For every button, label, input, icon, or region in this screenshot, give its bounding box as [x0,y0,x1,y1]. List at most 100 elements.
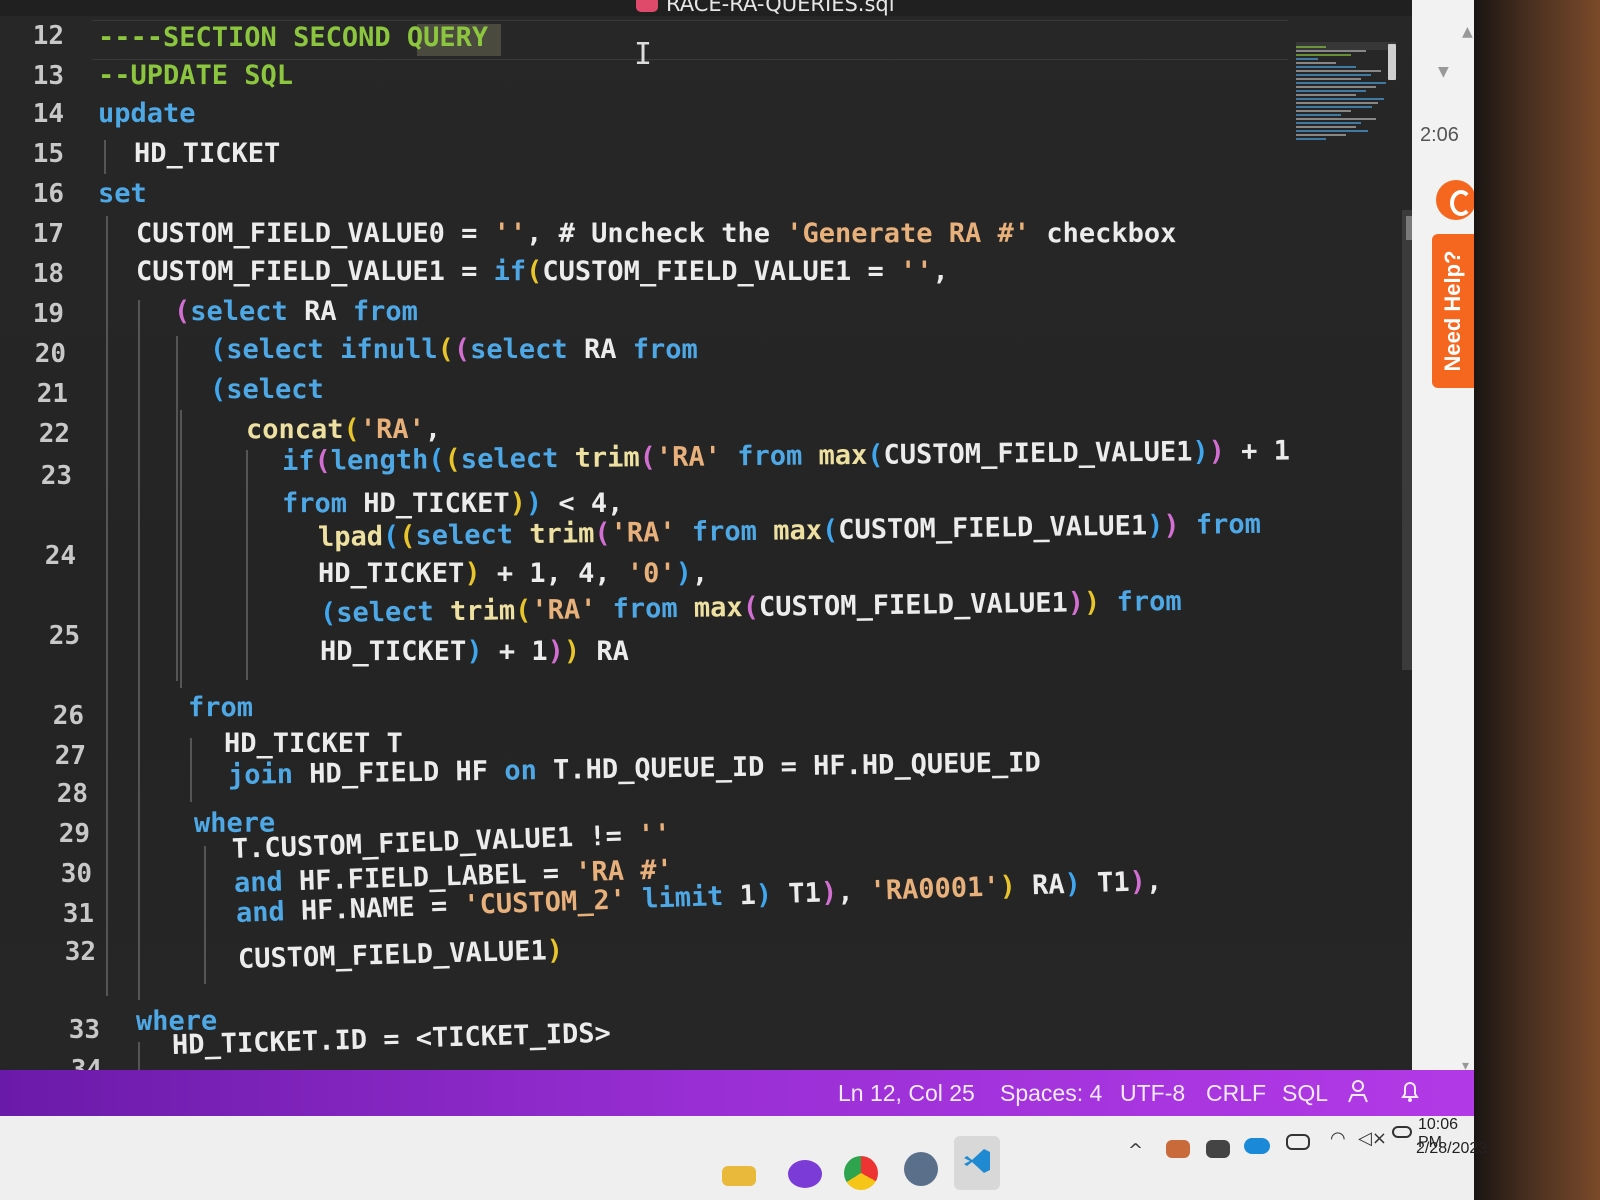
file-explorer-icon[interactable] [722,1166,756,1186]
line-number: 20 [34,339,66,369]
code-token: update [98,98,196,129]
code-line[interactable]: set [98,176,147,212]
volume-muted-icon[interactable]: ◁× [1358,1128,1387,1149]
vscode-taskbar-button[interactable] [954,1136,1000,1190]
code-token: length [330,444,429,477]
code-line[interactable]: HD_TICKET.ID = <TICKET_IDS> [171,1016,612,1064]
code-token: < 4, [542,488,624,519]
code-token: RA [1015,869,1066,902]
need-help-button[interactable]: Need Help? [1432,234,1474,388]
show-hidden-icons-chevron-icon[interactable]: ^ [1128,1140,1143,1161]
line-number: 14 [32,99,64,129]
code-editor[interactable]: RACE-RA-QUERIES.sql 12 ----SECTION SECOND… [0,0,1412,1070]
code-token: from [612,593,678,625]
minimap-line [1296,126,1356,128]
feedback-icon[interactable] [1346,1078,1370,1104]
status-cursor-position[interactable]: Ln 12, Col 25 [838,1080,975,1107]
code-line[interactable]: (select RA from [174,294,418,330]
code-token: ( [314,445,331,477]
onedrive-icon[interactable] [1244,1138,1270,1154]
keyboard-icon[interactable] [1286,1134,1310,1150]
code-line[interactable]: CUSTOM_FIELD_VALUE1) [237,933,564,978]
code-token: ( [382,520,400,553]
code-token: CUSTOM_FIELD_VALUE1 [758,587,1069,623]
notifications-bell-icon[interactable] [1398,1078,1422,1104]
line-number: 34 [70,1055,102,1070]
status-line-ending[interactable]: CRLF [1206,1080,1266,1107]
line-number: 30 [60,859,92,889]
code-token: if [281,445,315,477]
code-token: ( [437,334,454,365]
scroll-up-icon[interactable]: ▲ [1462,24,1473,40]
minimap-line [1296,74,1371,76]
tray-display-icon[interactable] [1206,1140,1230,1158]
tray-app-icon[interactable] [1166,1140,1190,1158]
breadcrumb-file-name[interactable]: RACE-RA-QUERIES.sql [666,0,895,16]
code-token: HD_FIELD HF [292,755,505,790]
code-token: CUSTOM_FIELD_VALUE1 [838,510,1148,546]
status-encoding[interactable]: UTF-8 [1120,1080,1185,1107]
code-token: trim [449,595,516,628]
code-line[interactable]: (select ifnull((select RA from [210,332,698,368]
code-line[interactable]: update [98,96,196,132]
taskbar-clock-date[interactable]: 2/28/2023 [1416,1140,1487,1158]
code-token: , [424,414,442,445]
code-token: ) [547,636,564,667]
code-line[interactable]: CUSTOM_FIELD_VALUE1 = if(CUSTOM_FIELD_VA… [136,254,949,290]
code-token: ( [343,414,360,445]
minimap-line [1296,66,1356,68]
line-number: 23 [40,461,72,491]
chrome-icon[interactable] [844,1156,878,1190]
code-line[interactable]: CUSTOM_FIELD_VALUE0 = '', # Uncheck the … [136,216,1176,252]
code-token: QUERY [406,22,489,53]
wifi-icon[interactable]: ◠ [1330,1128,1346,1149]
code-line[interactable]: from [188,690,253,726]
code-token: ( [821,514,839,546]
code-token: ( [639,442,657,474]
code-token: from [632,334,698,365]
code-token: from [352,296,418,327]
code-token: 'Generate RA #' [786,218,1031,249]
settings-gear-icon[interactable] [904,1152,938,1186]
battery-icon[interactable] [1392,1126,1412,1138]
code-token: ) [1067,587,1085,619]
code-token: concat [246,414,344,445]
code-token: HD_TICKET T [224,728,403,759]
code-line[interactable]: HD_TICKET) + 1)) RA [320,634,629,670]
minimap-line [1296,54,1351,56]
status-language-mode[interactable]: SQL [1282,1080,1328,1107]
code-token: ) [1163,509,1180,542]
code-line[interactable]: HD_TICKET) + 1, 4, '0'), [318,556,708,592]
code-token: 'CUSTOM_2' [462,884,627,922]
code-line[interactable]: --UPDATE SQL [98,58,293,94]
code-token: ) [1192,436,1209,468]
code-token: HD_TICKET [320,636,467,667]
code-line[interactable]: (select [210,372,324,408]
windows-taskbar: ^ ◠ ◁× 10:06 PM 2/28/2023 [0,1116,1487,1200]
minimap-line [1296,46,1326,48]
code-token: HD_TICKET [318,558,465,589]
code-token: ( [514,595,532,627]
chevron-down-icon[interactable]: ▼ [1438,64,1449,80]
code-token: select [470,334,568,365]
line-number: 15 [32,139,64,169]
app-icon[interactable] [788,1160,822,1188]
breadcrumb[interactable]: RACE-RA-QUERIES.sql [636,0,895,16]
status-indentation[interactable]: Spaces: 4 [1000,1080,1102,1107]
help-chat-icon[interactable] [1436,180,1476,220]
code-token: --UPDATE SQL [98,60,294,91]
code-line[interactable]: HD_TICKET [134,136,280,172]
code-token: from [188,692,254,723]
minimap[interactable] [1296,42,1400,148]
code-line[interactable]: ----SECTION SECOND QUERY [98,20,488,56]
minimap-slider[interactable] [1388,44,1396,80]
code-token: select [336,596,435,629]
code-token: ) [755,879,773,911]
